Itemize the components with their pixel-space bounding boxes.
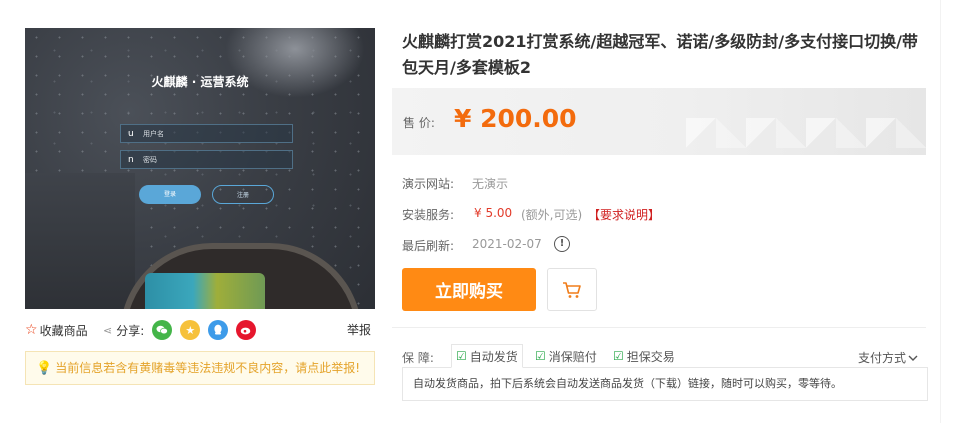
wechat-glyph: [156, 325, 169, 335]
share-label: 分享:: [116, 323, 145, 338]
report-warning-banner[interactable]: 💡 当前信息若含有黄赌毒等违法违规不良内容，请点此举报!: [25, 351, 375, 385]
guarantee-label: 保 障:: [402, 351, 434, 365]
demo-site-label: 演示网站:: [402, 177, 455, 191]
warning-text: 当前信息若含有黄赌毒等违法违规不良内容，请点此举报!: [55, 361, 361, 375]
chevron-down-icon: [908, 355, 918, 361]
preview-password-placeholder: 密码: [143, 156, 157, 164]
preview-register-button: 注册: [212, 185, 274, 204]
preview-username-field: u 用户名: [120, 124, 293, 143]
preview-password-field: n 密码: [120, 150, 293, 169]
preview-login-title: 火麒麟 · 运营系统: [151, 75, 249, 89]
page-edge: [940, 0, 955, 423]
tab-label: 自动发货: [469, 349, 518, 364]
lock-icon: n: [128, 155, 134, 165]
product-preview-image[interactable]: 火麒麟 · 运营系统 u 用户名 n 密码 登录 注册: [25, 28, 375, 309]
preview-username-placeholder: 用户名: [143, 130, 164, 138]
tab-label: 消保赔付: [548, 349, 597, 364]
product-title: 火麒麟打赏2021打赏系统/超越冠军、诺诺/多级防封/多支付接口切换/带包天月/…: [402, 32, 918, 77]
demo-site-value: 无演示: [472, 177, 509, 191]
section-divider: [392, 327, 926, 328]
preview-login-button: 登录: [139, 185, 201, 204]
share-icon: ⋖: [103, 323, 113, 337]
check-shield-icon: ☑: [535, 349, 546, 363]
guarantee-description: 自动发货商品，拍下后系统会自动发送商品发货（下载）链接，随时可以购买，零等待。: [402, 367, 928, 401]
share-bar: ⋖ 分享: ★: [103, 319, 257, 341]
qq-glyph: [214, 324, 222, 335]
wechat-icon[interactable]: [152, 320, 173, 340]
install-service-label: 安装服务:: [402, 208, 455, 222]
last-refresh-value: 2021-02-07: [472, 237, 542, 251]
user-icon: u: [128, 129, 134, 139]
price-label: 售 价:: [403, 116, 435, 130]
favorite-button[interactable]: ☆ 收藏商品: [25, 321, 88, 339]
payment-methods-label: 支付方式: [858, 351, 907, 365]
tab-label: 担保交易: [626, 349, 675, 364]
buy-now-button[interactable]: 立即购买: [402, 268, 536, 311]
price-value: ¥ 200.00: [454, 104, 577, 133]
weibo-icon[interactable]: [236, 320, 257, 340]
install-service-price: ¥ 5.00: [474, 206, 513, 220]
install-service-note: (额外,可选): [521, 208, 583, 222]
price-box: 售 价: ¥ 200.00: [392, 88, 926, 155]
qq-icon[interactable]: [208, 320, 229, 340]
preview-pillow: [145, 273, 265, 309]
price-box-decoration: [686, 88, 926, 155]
payment-methods-dropdown[interactable]: 支付方式: [858, 349, 918, 366]
star-icon: ☆: [25, 322, 38, 338]
favorite-label: 收藏商品: [39, 323, 88, 338]
info-icon[interactable]: !: [554, 236, 570, 252]
add-to-cart-button[interactable]: [547, 268, 597, 311]
report-link[interactable]: 举报: [347, 321, 371, 338]
check-shield-icon: ☑: [613, 349, 624, 363]
install-requirements-link[interactable]: 【要求说明】: [588, 206, 660, 223]
tab-auto-delivery[interactable]: ☑ 自动发货: [451, 344, 523, 368]
tab-consumer-protection[interactable]: ☑ 消保赔付: [531, 344, 601, 368]
tab-escrow[interactable]: ☑ 担保交易: [609, 344, 679, 368]
qzone-icon[interactable]: ★: [180, 320, 201, 340]
preview-wall: [25, 173, 135, 309]
weibo-glyph: [240, 327, 251, 335]
cart-icon: [563, 281, 581, 298]
last-refresh-label: 最后刷新:: [402, 239, 455, 253]
check-shield-icon: ☑: [456, 349, 467, 363]
lightbulb-icon: 💡: [36, 361, 53, 376]
